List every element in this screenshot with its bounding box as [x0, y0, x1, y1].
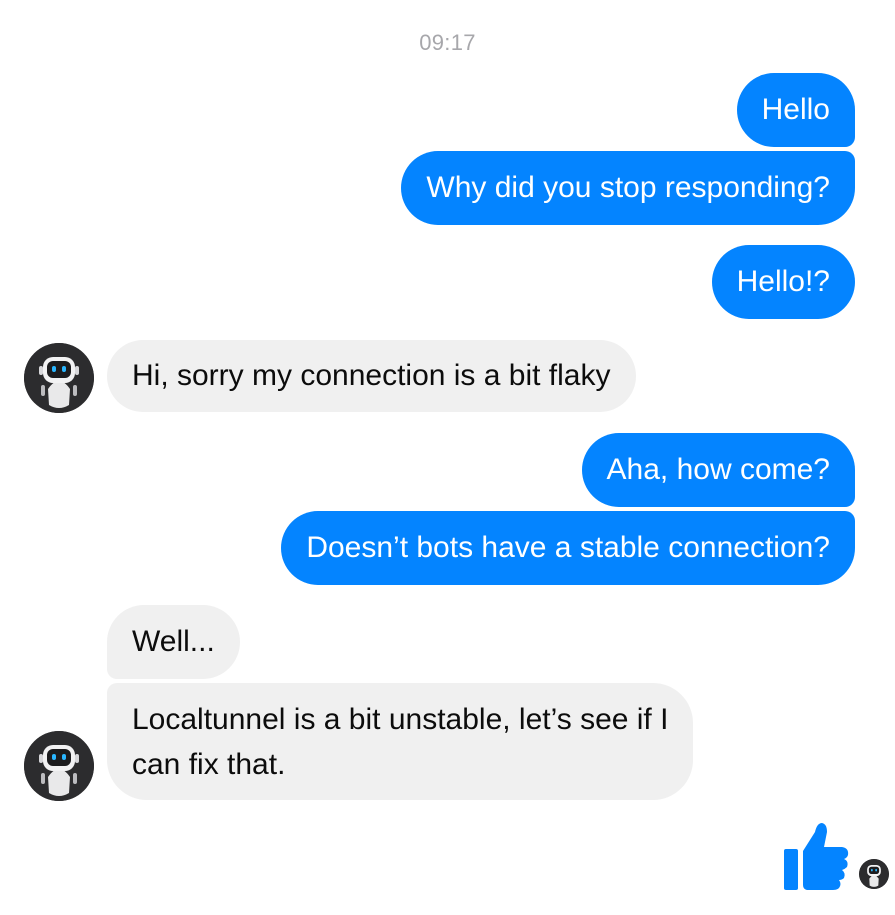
message-text: Hello!?	[736, 265, 830, 298]
incoming-message[interactable]: Localtunnel is a bit unstable, let’s see…	[107, 683, 694, 800]
message-text: Well...	[132, 625, 215, 658]
outgoing-message[interactable]: Hello!?	[711, 245, 855, 319]
bot-avatar[interactable]	[24, 343, 94, 413]
message-text: Hello	[761, 93, 830, 126]
robot-icon	[24, 343, 94, 413]
read-receipt-avatar	[859, 859, 889, 889]
robot-icon	[24, 731, 94, 801]
message-text-line: can fix that.	[132, 748, 286, 781]
message-text: Aha, how come?	[606, 453, 830, 486]
incoming-message[interactable]: Hi, sorry my connection is a bit flaky	[107, 340, 636, 412]
message-text-line: Localtunnel is a bit unstable, let’s see…	[132, 703, 669, 736]
outgoing-message[interactable]: Doesn’t bots have a stable connection?	[281, 511, 855, 585]
timestamp: 09:17	[419, 30, 476, 55]
outgoing-message[interactable]: Hello	[736, 73, 855, 147]
thumbs-up-icon[interactable]	[784, 820, 850, 892]
bot-avatar[interactable]	[24, 731, 94, 801]
outgoing-message[interactable]: Aha, how come?	[581, 433, 855, 507]
incoming-message[interactable]: Well...	[107, 605, 240, 679]
message-text: Hi, sorry my connection is a bit flaky	[132, 359, 611, 392]
outgoing-message[interactable]: Why did you stop responding?	[401, 151, 855, 225]
message-text: Why did you stop responding?	[426, 171, 830, 204]
message-text: Doesn’t bots have a stable connection?	[306, 531, 830, 564]
robot-avatar-icon	[859, 859, 889, 889]
